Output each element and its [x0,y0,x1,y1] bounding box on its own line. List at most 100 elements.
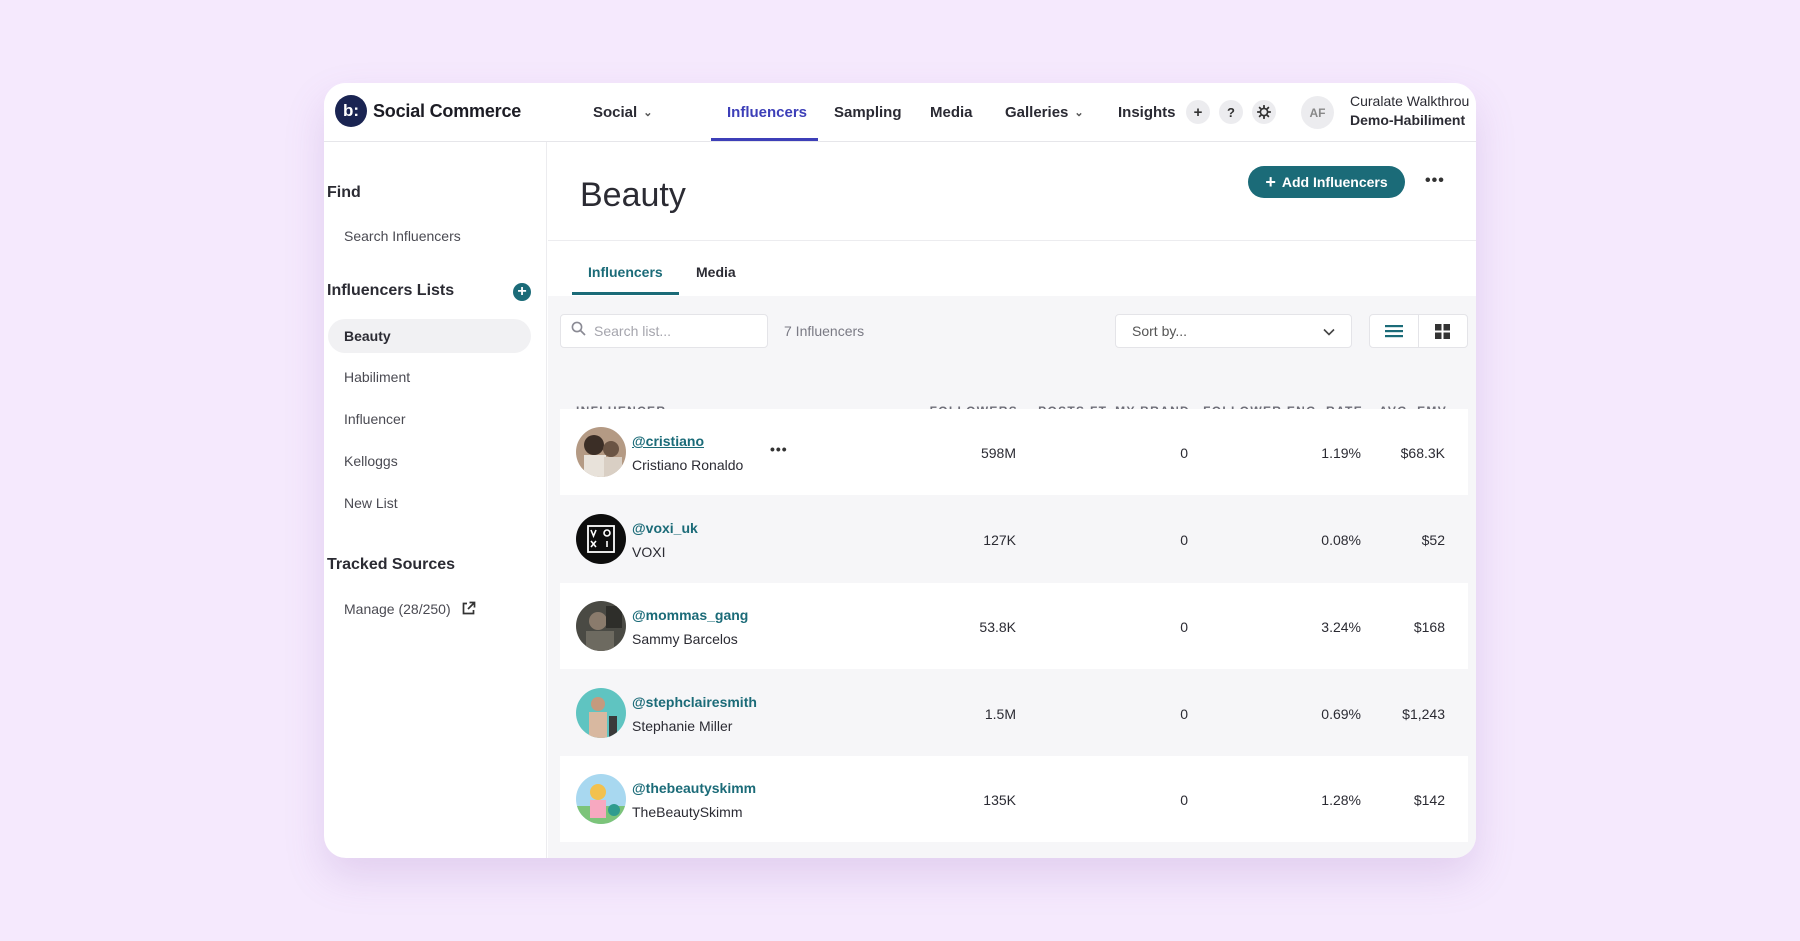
sidebar-item-beauty[interactable]: Beauty [344,328,391,344]
search-list-input[interactable] [594,323,754,339]
row-more-icon[interactable]: ••• [770,441,788,457]
table-row[interactable]: @stephclairesmith Stephanie Miller 1.5M … [560,670,1468,756]
tab-media[interactable]: Media [696,264,736,280]
view-toggle [1369,314,1468,348]
sort-label: Sort by... [1132,323,1187,339]
sidebar-item-influencer[interactable]: Influencer [344,411,405,427]
emv-value: $168 [1413,619,1445,635]
eng-rate-value: 1.28% [1321,792,1361,808]
sidebar-item-habiliment[interactable]: Habiliment [344,369,410,385]
eng-rate-value: 0.08% [1321,532,1361,548]
grid-view-icon[interactable] [1419,315,1468,347]
plus-icon: + [1265,171,1276,192]
help-icon[interactable]: ? [1219,100,1243,124]
eng-rate-value: 1.19% [1321,445,1361,461]
followers-value: 53.8K [979,619,1016,635]
nav-galleries[interactable]: Galleries ⌄ [1005,83,1084,142]
influencer-handle[interactable]: @thebeautyskimm [632,780,756,796]
influencer-handle[interactable]: @voxi_uk [632,520,698,536]
influencer-handle[interactable]: @mommas_gang [632,607,748,623]
nav-insights[interactable]: Insights [1118,83,1176,142]
user-avatar[interactable]: AF [1301,96,1334,129]
tracked-heading: Tracked Sources [327,556,456,573]
avatar[interactable] [576,427,626,477]
nav-sampling-label: Sampling [834,104,902,121]
brand[interactable]: b: Social Commerce [335,95,521,127]
influencer-name: Cristiano Ronaldo [632,457,744,473]
influencer-handle[interactable]: @cristiano [632,433,704,449]
top-nav: b: Social Commerce Social ⌄ Influencers … [324,83,1476,142]
influencer-name: Stephanie Miller [632,718,733,734]
plus-icon[interactable]: + [1186,100,1210,124]
nav-social-label: Social [593,104,638,121]
nav-active-indicator [711,138,818,141]
table-row[interactable]: @thebeautyskimm TheBeautySkimm 135K 0 1.… [560,756,1468,842]
chevron-down-icon: ⌄ [643,107,653,119]
influencer-name: Sammy Barcelos [632,631,738,647]
table-row[interactable]: @mommas_gang Sammy Barcelos 53.8K 0 3.24… [560,583,1468,669]
emv-value: $68.3K [1400,445,1445,461]
external-link-icon [461,601,476,619]
nav-social[interactable]: Social ⌄ [593,83,652,142]
followers-value: 135K [983,792,1016,808]
followers-value: 1.5M [984,706,1016,722]
posts-value: 0 [1180,445,1188,461]
nav-media[interactable]: Media [930,83,973,142]
account-org: Demo-Habiliment [1350,112,1466,128]
search-list[interactable] [560,314,768,348]
brand-name: Social Commerce [373,100,522,121]
influencer-name: VOXI [632,544,666,560]
sidebar-item-kelloggs[interactable]: Kelloggs [344,453,398,469]
posts-value: 0 [1180,706,1188,722]
gear-icon[interactable] [1252,100,1276,124]
emv-value: $1,243 [1402,706,1445,722]
avatar[interactable] [576,688,626,738]
app-window: b: Social Commerce Social ⌄ Influencers … [324,83,1476,858]
add-influencers-label: Add Influencers [1281,174,1388,190]
posts-value: 0 [1180,619,1188,635]
manage-sources-link[interactable]: Manage (28/250) [344,601,476,619]
eng-rate-value: 0.69% [1321,706,1361,722]
table-row[interactable]: @cristiano Cristiano Ronaldo ••• 598M 0 … [560,409,1468,495]
posts-value: 0 [1180,532,1188,548]
avatar[interactable] [576,601,626,651]
eng-rate-value: 3.24% [1321,619,1361,635]
chevron-down-icon [1323,323,1335,339]
avatar[interactable] [576,514,626,564]
find-heading: Find [327,184,361,201]
nav-insights-label: Insights [1118,104,1176,121]
nav-galleries-label: Galleries [1005,104,1069,121]
followers-value: 598M [980,445,1016,461]
search-icon [571,321,586,341]
sidebar-item-new-list[interactable]: New List [344,495,398,511]
add-influencers-button[interactable]: + Add Influencers [1248,166,1405,198]
sidebar-item-search-influencers[interactable]: Search Influencers [344,228,461,244]
tab-influencers[interactable]: Influencers [588,264,663,280]
table-row[interactable]: @voxi_uk VOXI 127K 0 0.08% $52 [560,496,1468,582]
brand-logo: b: [335,95,367,127]
account-name: Curalate Walkthrou [1350,93,1470,109]
followers-value: 127K [983,532,1016,548]
nav-influencers[interactable]: Influencers [727,83,807,142]
more-options-icon[interactable]: ••• [1425,172,1445,190]
divider [548,240,1476,241]
nav-sampling[interactable]: Sampling [834,83,902,142]
tab-active-indicator [572,292,679,295]
influencer-count: 7 Influencers [784,323,865,339]
influencer-name: TheBeautySkimm [632,804,743,820]
lists-heading: Influencers Lists [327,282,455,299]
add-list-icon[interactable]: + [513,283,531,301]
manage-label: Manage (28/250) [344,601,451,617]
sort-dropdown[interactable]: Sort by... [1115,314,1352,348]
page-title: Beauty [580,176,686,214]
list-view-icon[interactable] [1370,315,1419,347]
chevron-down-icon: ⌄ [1074,107,1084,119]
avatar[interactable] [576,774,626,824]
account-switcher[interactable]: Curalate Walkthrou Demo-Habiliment [1350,93,1476,128]
posts-value: 0 [1180,792,1188,808]
sidebar: Find Search Influencers Influencers List… [324,142,547,858]
influencer-handle[interactable]: @stephclairesmith [632,694,757,710]
nav-media-label: Media [930,104,973,121]
emv-value: $142 [1413,792,1445,808]
emv-value: $52 [1421,532,1445,548]
